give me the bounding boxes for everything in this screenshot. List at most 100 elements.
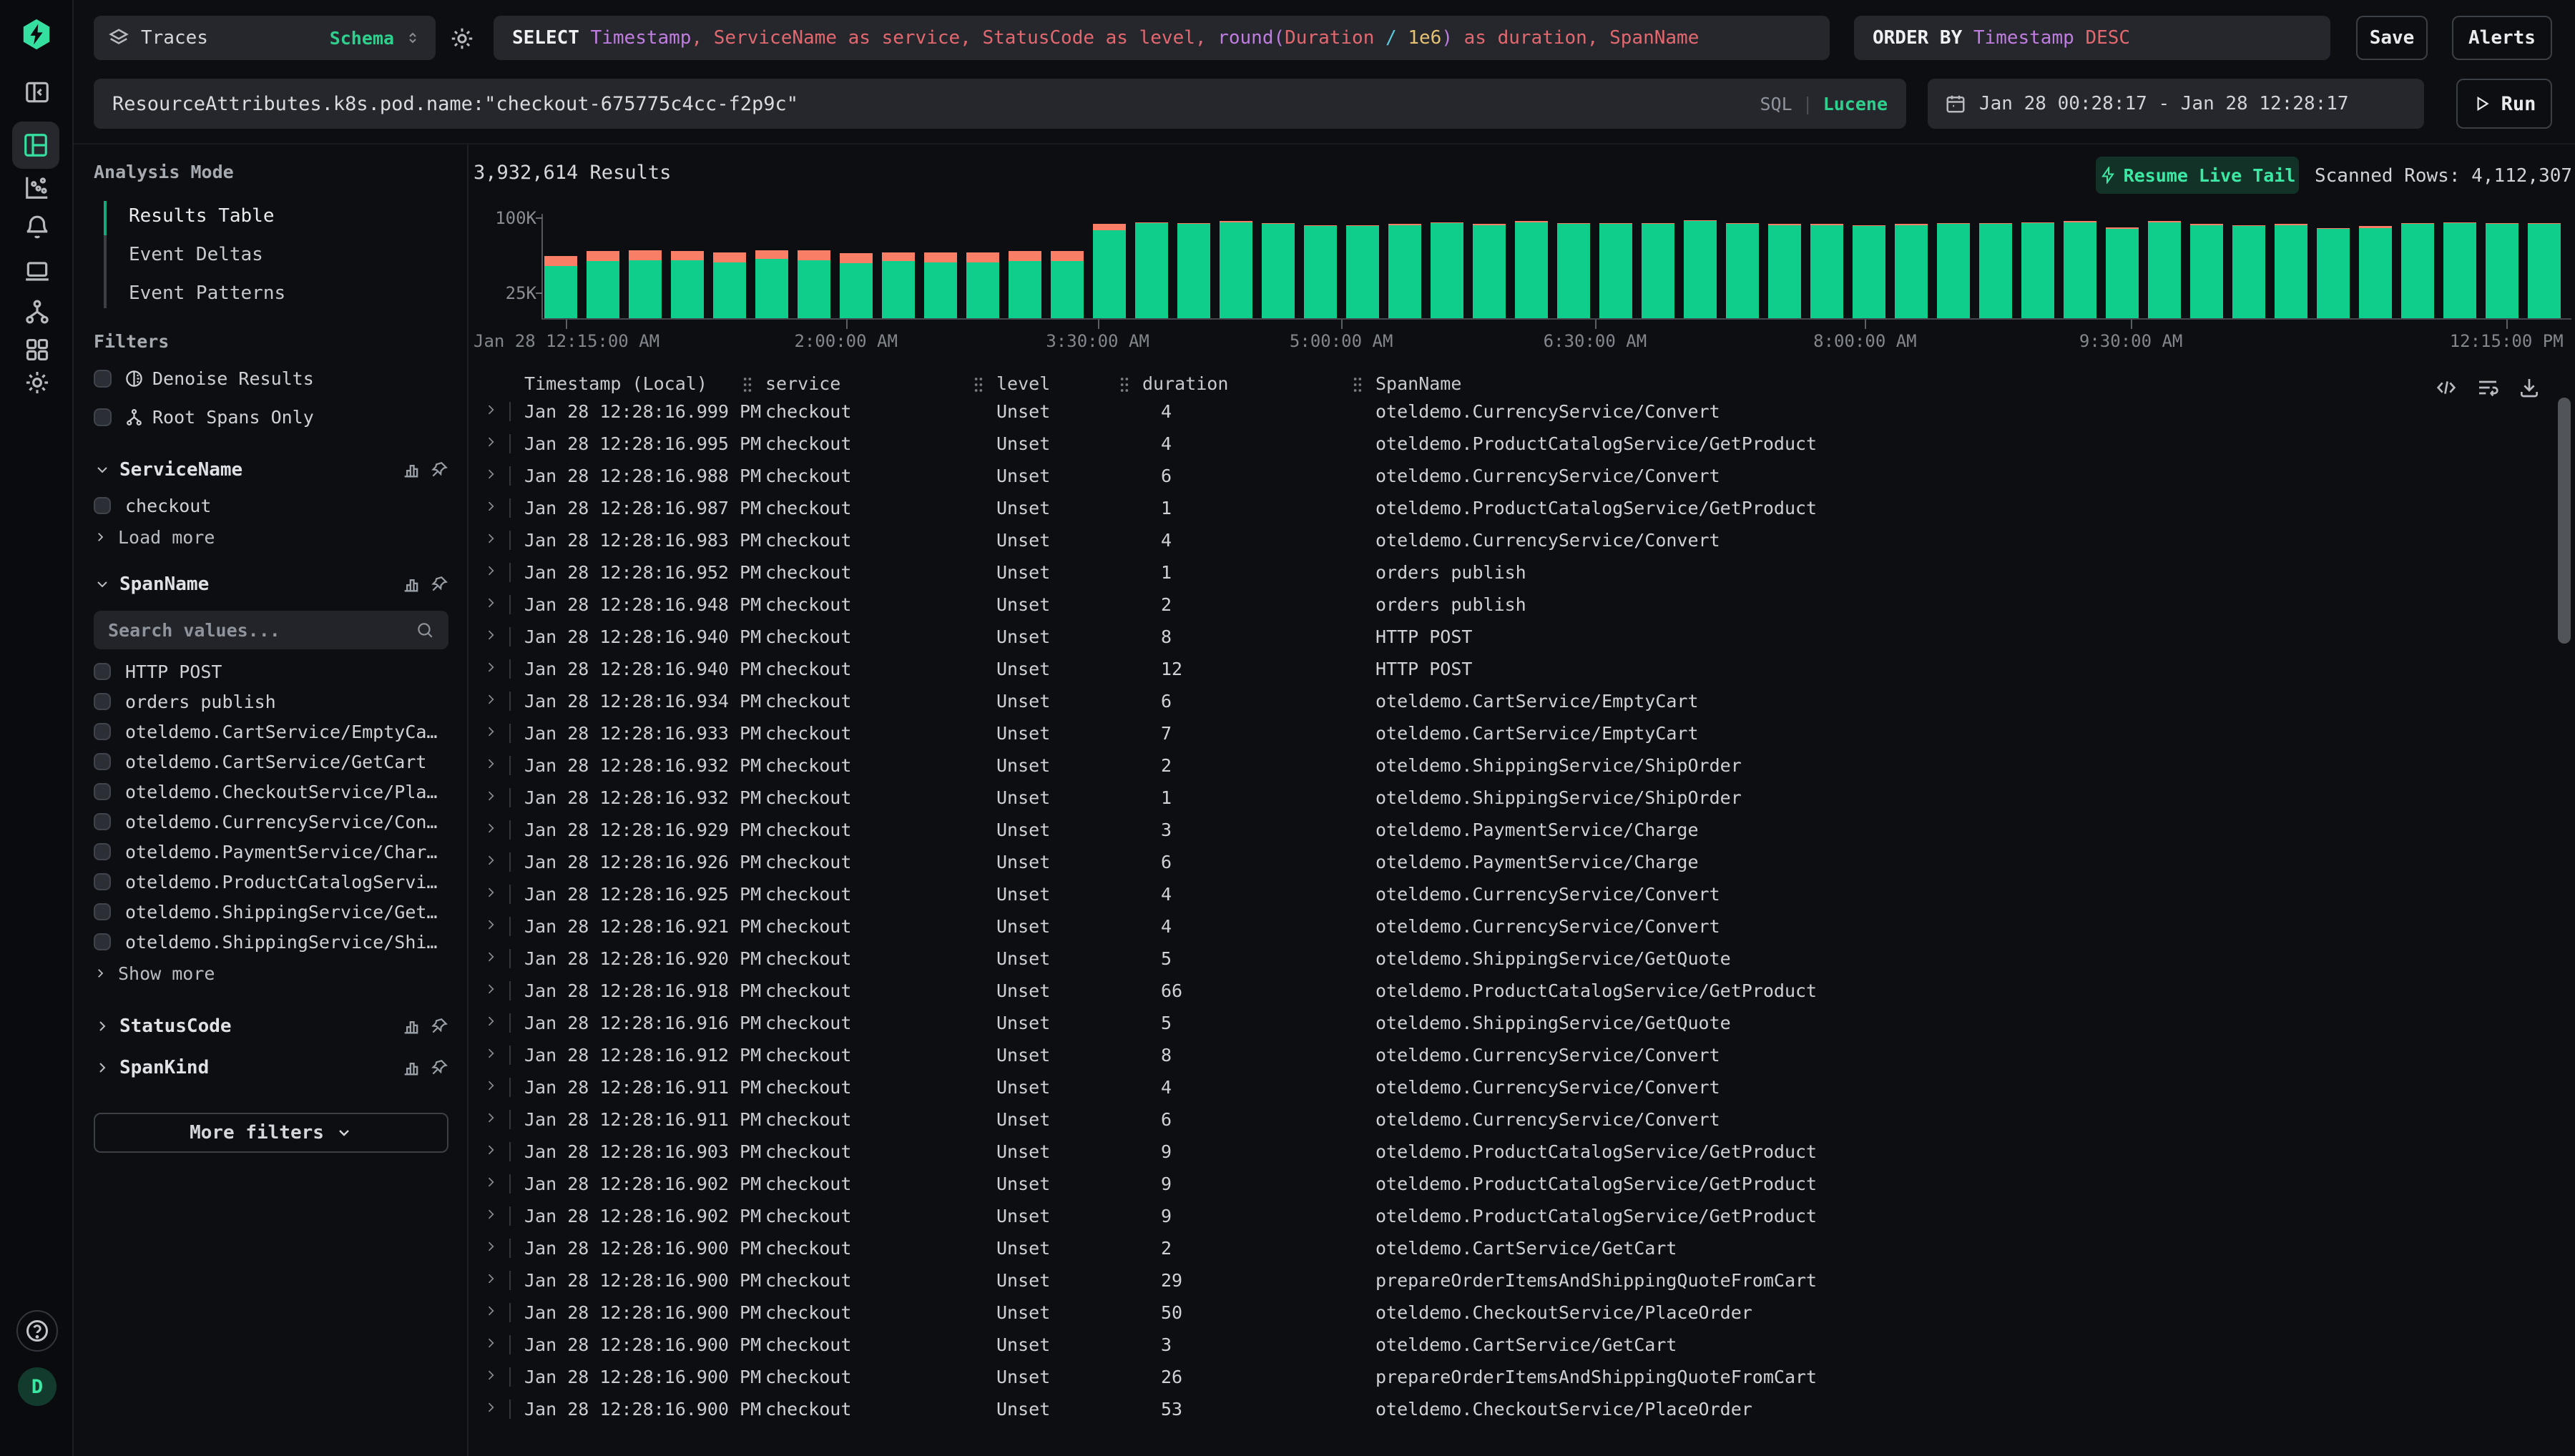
load-more-button[interactable]: Load more — [94, 521, 448, 554]
row-expand-chevron-icon[interactable] — [484, 435, 498, 449]
column-header-spanname[interactable]: SpanName — [1375, 373, 1461, 394]
column-grip-icon[interactable] — [741, 376, 754, 393]
histogram-bar[interactable] — [1515, 221, 1548, 318]
nav-alerts-bell-icon[interactable] — [0, 215, 74, 242]
column-header-duration[interactable]: duration — [1142, 373, 1228, 394]
facet-chart-icon[interactable] — [401, 1058, 421, 1078]
row-expand-chevron-icon[interactable] — [484, 1175, 498, 1189]
facet-option[interactable]: oteldemo.PaymentService/Char… — [94, 837, 448, 867]
histogram-bar[interactable] — [1388, 224, 1421, 318]
sql-orderby-editor[interactable]: ORDER BY Timestamp DESC — [1854, 16, 2330, 60]
table-row[interactable]: Jan 28 12:28:16.903 PMcheckoutUnset9otel… — [472, 1136, 2558, 1168]
facet-option[interactable]: oteldemo.ProductCatalogServi… — [94, 867, 448, 897]
histogram-bar[interactable] — [544, 256, 577, 318]
checkbox[interactable] — [94, 783, 111, 800]
histogram-bar[interactable] — [2528, 223, 2561, 318]
collapse-sidebar-icon[interactable] — [0, 79, 74, 106]
row-expand-chevron-icon[interactable] — [484, 628, 498, 642]
histogram-bar[interactable] — [1431, 222, 1463, 318]
histogram-bar[interactable] — [1937, 223, 1970, 318]
table-row[interactable]: Jan 28 12:28:16.900 PMcheckoutUnset29pre… — [472, 1264, 2558, 1297]
facet-chart-icon[interactable] — [401, 574, 421, 594]
table-row[interactable]: Jan 28 12:28:16.900 PMcheckoutUnset53ote… — [472, 1393, 2558, 1425]
histogram-bar[interactable] — [713, 252, 746, 318]
row-expand-chevron-icon[interactable] — [484, 821, 498, 835]
table-row[interactable]: Jan 28 12:28:16.948 PMcheckoutUnset2orde… — [472, 589, 2558, 621]
histogram-bar[interactable] — [924, 252, 957, 318]
histogram-bar[interactable] — [1346, 225, 1379, 318]
mode-event-deltas[interactable]: Event Deltas — [129, 235, 448, 274]
checkbox[interactable] — [94, 723, 111, 740]
table-row[interactable]: Jan 28 12:28:16.987 PMcheckoutUnset1otel… — [472, 492, 2558, 524]
more-filters-button[interactable]: More filters — [94, 1113, 448, 1153]
histogram-bar[interactable] — [1177, 223, 1210, 318]
table-row[interactable]: Jan 28 12:28:16.940 PMcheckoutUnset8HTTP… — [472, 621, 2558, 653]
histogram-bar[interactable] — [1220, 221, 1252, 318]
histogram-bar[interactable] — [1093, 224, 1126, 318]
row-expand-chevron-icon[interactable] — [484, 1111, 498, 1125]
row-expand-chevron-icon[interactable] — [484, 1304, 498, 1318]
row-expand-chevron-icon[interactable] — [484, 950, 498, 964]
histogram-bar[interactable] — [1684, 220, 1717, 318]
show-more-button[interactable]: Show more — [94, 957, 448, 990]
histogram-bar[interactable] — [1642, 223, 1674, 318]
table-row[interactable]: Jan 28 12:28:16.988 PMcheckoutUnset6otel… — [472, 460, 2558, 492]
table-row[interactable]: Jan 28 12:28:16.900 PMcheckoutUnset26pre… — [472, 1361, 2558, 1393]
histogram-bar[interactable] — [629, 250, 662, 318]
table-row[interactable]: Jan 28 12:28:16.933 PMcheckoutUnset7otel… — [472, 717, 2558, 749]
vertical-scrollbar[interactable] — [2558, 398, 2571, 644]
table-row[interactable]: Jan 28 12:28:16.932 PMcheckoutUnset1otel… — [472, 782, 2558, 814]
table-row[interactable]: Jan 28 12:28:16.999 PMcheckoutUnset4otel… — [472, 395, 2558, 428]
table-row[interactable]: Jan 28 12:28:16.920 PMcheckoutUnset5otel… — [472, 943, 2558, 975]
mode-event-patterns[interactable]: Event Patterns — [129, 274, 448, 313]
sql-select-editor[interactable]: SELECT Timestamp, ServiceName as service… — [494, 16, 1830, 60]
row-expand-chevron-icon[interactable] — [484, 660, 498, 674]
checkbox[interactable] — [94, 753, 111, 770]
table-row[interactable]: Jan 28 12:28:16.900 PMcheckoutUnset2otel… — [472, 1232, 2558, 1264]
facet-pin-icon[interactable] — [430, 461, 448, 479]
row-expand-chevron-icon[interactable] — [484, 499, 498, 513]
table-row[interactable]: Jan 28 12:28:16.926 PMcheckoutUnset6otel… — [472, 846, 2558, 878]
column-grip-icon[interactable] — [1118, 376, 1131, 393]
nav-sessions-laptop-icon[interactable] — [0, 257, 74, 285]
table-row[interactable]: Jan 28 12:28:16.934 PMcheckoutUnset6otel… — [472, 685, 2558, 717]
row-expand-chevron-icon[interactable] — [484, 1400, 498, 1415]
table-row[interactable]: Jan 28 12:28:16.940 PMcheckoutUnset12HTT… — [472, 653, 2558, 685]
facet-option[interactable]: orders publish — [94, 687, 448, 717]
checkbox[interactable] — [94, 370, 112, 388]
nav-chart-explorer-icon[interactable] — [0, 174, 74, 201]
table-row[interactable]: Jan 28 12:28:16.900 PMcheckoutUnset3otel… — [472, 1329, 2558, 1361]
column-header-service[interactable]: service — [765, 373, 840, 394]
histogram-bar[interactable] — [2232, 225, 2265, 318]
facet-pin-icon[interactable] — [430, 575, 448, 594]
row-expand-chevron-icon[interactable] — [484, 1078, 498, 1093]
table-row[interactable]: Jan 28 12:28:16.902 PMcheckoutUnset9otel… — [472, 1200, 2558, 1232]
table-row[interactable]: Jan 28 12:28:16.902 PMcheckoutUnset9otel… — [472, 1168, 2558, 1200]
facet-chart-icon[interactable] — [401, 1016, 421, 1036]
histogram-bar[interactable] — [966, 252, 999, 318]
alerts-button[interactable]: Alerts — [2452, 16, 2552, 60]
save-button[interactable]: Save — [2356, 16, 2428, 60]
facet-option[interactable]: oteldemo.CheckoutService/Pla… — [94, 777, 448, 807]
histogram-bar[interactable] — [1726, 223, 1759, 318]
column-header-timestamp[interactable]: Timestamp (Local) — [524, 373, 707, 394]
histogram-bar[interactable] — [1135, 222, 1168, 318]
table-row[interactable]: Jan 28 12:28:16.916 PMcheckoutUnset5otel… — [472, 1007, 2558, 1039]
column-header-level[interactable]: level — [996, 373, 1050, 394]
facet-option[interactable]: oteldemo.CartService/GetCart — [94, 747, 448, 777]
facet-chart-icon[interactable] — [401, 460, 421, 480]
results-histogram[interactable]: 100K25K Jan 28 12:15:00 AM2:00:00 AM3:30… — [472, 204, 2575, 357]
table-row[interactable]: Jan 28 12:28:16.952 PMcheckoutUnset1orde… — [472, 556, 2558, 589]
run-button[interactable]: Run — [2456, 79, 2552, 129]
histogram-bar[interactable] — [1810, 224, 1843, 318]
hyperdx-logo-icon[interactable] — [20, 17, 53, 51]
facet-pin-icon[interactable] — [430, 1058, 448, 1077]
row-expand-chevron-icon[interactable] — [484, 467, 498, 481]
table-row[interactable]: Jan 28 12:28:16.900 PMcheckoutUnset50ote… — [472, 1297, 2558, 1329]
histogram-bar[interactable] — [2486, 223, 2518, 318]
nav-settings-gear-icon[interactable] — [0, 369, 74, 396]
row-expand-chevron-icon[interactable] — [484, 724, 498, 739]
table-row[interactable]: Jan 28 12:28:16.983 PMcheckoutUnset4otel… — [472, 524, 2558, 556]
histogram-bar[interactable] — [2275, 224, 2307, 318]
user-avatar[interactable]: D — [18, 1367, 57, 1406]
